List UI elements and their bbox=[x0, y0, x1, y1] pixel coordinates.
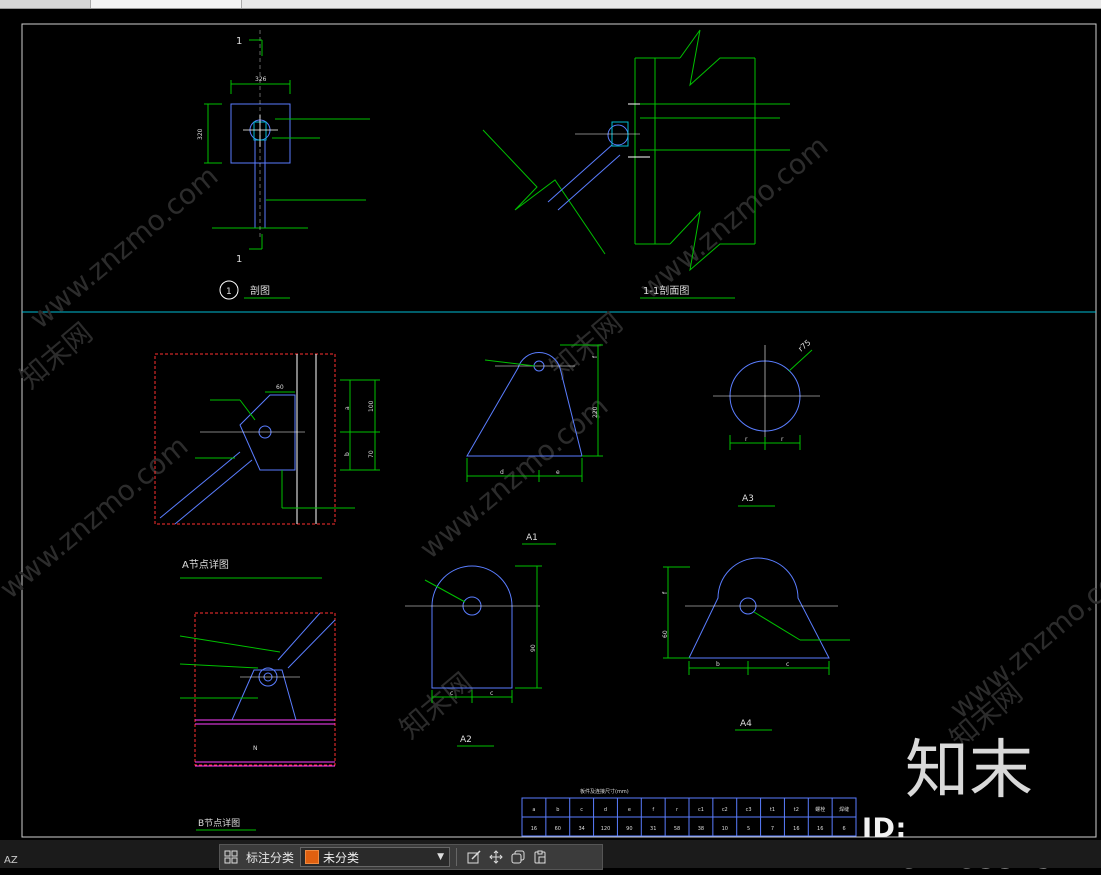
model-tab-label[interactable]: AZ bbox=[4, 855, 18, 866]
watermark-site-4: www.znzmo.com bbox=[0, 429, 194, 605]
watermark-site-2: www.znzmo.com bbox=[413, 389, 614, 565]
svg-text:B节点详图: B节点详图 bbox=[198, 817, 240, 829]
table-header-cell: b bbox=[556, 807, 559, 813]
svg-text:板件及连接尺寸(mm): 板件及连接尺寸(mm) bbox=[580, 788, 629, 795]
table-value-cell: 90 bbox=[626, 826, 632, 832]
drawing-svg: www.znzmo.com www.znzmo.com www.znzmo.co… bbox=[0, 23, 1101, 838]
category-select-value: 未分类 bbox=[323, 850, 360, 865]
table-value-cell: 120 bbox=[601, 826, 611, 832]
window-top-strip bbox=[0, 0, 1101, 9]
table-header-cell: 螺栓 bbox=[815, 806, 825, 813]
node-b-detail: N B节点详图 bbox=[179, 612, 336, 831]
watermark-layer: www.znzmo.com www.znzmo.com www.znzmo.co… bbox=[0, 129, 1101, 755]
table-value-cell: 16 bbox=[531, 826, 537, 832]
table-header-cell: 焊缝 bbox=[839, 806, 849, 813]
table-header-cell: c bbox=[580, 807, 583, 813]
svg-text:b: b bbox=[344, 452, 351, 456]
move-icon[interactable] bbox=[485, 846, 507, 868]
table-value-cell: 6 bbox=[842, 826, 845, 832]
svg-text:A1: A1 bbox=[526, 533, 538, 543]
grid-icon[interactable] bbox=[220, 846, 242, 868]
svg-text:A2: A2 bbox=[460, 735, 472, 745]
svg-text:1: 1 bbox=[236, 254, 242, 265]
svg-text:100: 100 bbox=[368, 400, 375, 412]
watermark-brand-2: 知末网 bbox=[393, 666, 479, 745]
node-a-detail: 100 70 a b 60 A节点详图 bbox=[154, 353, 380, 579]
watermark-site-3: www.znzmo.com bbox=[633, 129, 834, 305]
table-header-cell: e bbox=[628, 807, 631, 813]
table-value-cell: 34 bbox=[578, 826, 584, 832]
toolbar-separator bbox=[456, 848, 458, 866]
watermark-brand-1: 知末网 bbox=[13, 316, 99, 395]
paste-icon[interactable] bbox=[529, 846, 551, 868]
svg-text:1: 1 bbox=[226, 287, 232, 297]
svg-text:A节点详图: A节点详图 bbox=[182, 558, 229, 571]
svg-text:r: r bbox=[745, 436, 748, 443]
copy-icon[interactable] bbox=[507, 846, 529, 868]
table-value-cell: 16 bbox=[793, 826, 799, 832]
svg-text:e: e bbox=[556, 469, 560, 476]
svg-text:A4: A4 bbox=[740, 719, 752, 729]
table-value-cell: 16 bbox=[817, 826, 823, 832]
dimension-table: 板件及连接尺寸(mm) a 16 b 60 c 34 d 120 e 90 f 31 r 58 c1 38 c2… bbox=[521, 788, 857, 837]
table-header-cell: r bbox=[676, 807, 679, 813]
table-header-cell: t1 bbox=[770, 807, 775, 813]
svg-text:N: N bbox=[253, 745, 258, 752]
cad-drawing-canvas[interactable]: www.znzmo.com www.znzmo.com www.znzmo.co… bbox=[0, 9, 1101, 840]
table-header-cell: c1 bbox=[698, 807, 704, 813]
svg-text:1-1剖面图: 1-1剖面图 bbox=[643, 284, 689, 297]
svg-text:70: 70 bbox=[368, 450, 375, 458]
table-header-cell: a bbox=[532, 807, 535, 813]
svg-text:c: c bbox=[786, 661, 789, 668]
plan-view: 326 320 1 1 1 剖图 bbox=[197, 30, 370, 300]
svg-text:320: 320 bbox=[197, 128, 204, 140]
svg-text:c: c bbox=[450, 690, 453, 697]
plate-a4: 60 f b c A4 bbox=[662, 557, 850, 731]
edit-icon[interactable] bbox=[463, 846, 485, 868]
svg-text:60: 60 bbox=[276, 384, 284, 391]
table-value-cell: 7 bbox=[771, 826, 774, 832]
svg-text:60: 60 bbox=[662, 630, 669, 638]
table-value-cell: 38 bbox=[698, 826, 704, 832]
logo-watermark: 知末 bbox=[905, 734, 1033, 808]
svg-text:a: a bbox=[344, 406, 351, 410]
table-value-cell: 5 bbox=[747, 826, 750, 832]
chevron-down-icon: ▼ bbox=[437, 852, 445, 862]
section-view: 1-1剖面图 bbox=[482, 29, 790, 299]
annotation-category-label: 标注分类 bbox=[246, 850, 295, 865]
svg-text:剖图: 剖图 bbox=[250, 284, 270, 297]
svg-text:220: 220 bbox=[592, 406, 599, 418]
table-value-cell: 58 bbox=[674, 826, 680, 832]
category-select[interactable]: 未分类 ▼ bbox=[300, 847, 451, 867]
svg-text:326: 326 bbox=[255, 76, 267, 83]
table-header-cell: c3 bbox=[746, 807, 752, 813]
table-value-cell: 31 bbox=[650, 826, 656, 832]
plate-a3: r75 r r A3 bbox=[713, 338, 820, 507]
svg-text:1: 1 bbox=[236, 36, 242, 47]
table-header-cell: c2 bbox=[722, 807, 728, 813]
watermark-site-1: www.znzmo.com bbox=[23, 159, 224, 335]
svg-text:A3: A3 bbox=[742, 494, 754, 504]
svg-text:d: d bbox=[500, 469, 504, 476]
drawing-tab[interactable] bbox=[91, 0, 242, 8]
svg-text:b: b bbox=[716, 661, 720, 668]
table-value-cell: 10 bbox=[722, 826, 728, 832]
table-header-cell: d bbox=[604, 807, 607, 813]
color-swatch bbox=[305, 850, 320, 864]
watermark-brand-3: 知末网 bbox=[543, 306, 629, 385]
annotation-toolbar: 标注分类 未分类 ▼ bbox=[219, 844, 603, 870]
svg-text:c: c bbox=[490, 690, 493, 697]
svg-text:90: 90 bbox=[530, 644, 537, 652]
table-header-cell: t2 bbox=[794, 807, 799, 813]
table-value-cell: 60 bbox=[555, 826, 561, 832]
file-tab[interactable] bbox=[0, 0, 91, 8]
table-header-cell: f bbox=[652, 807, 654, 813]
svg-text:r: r bbox=[781, 436, 784, 443]
